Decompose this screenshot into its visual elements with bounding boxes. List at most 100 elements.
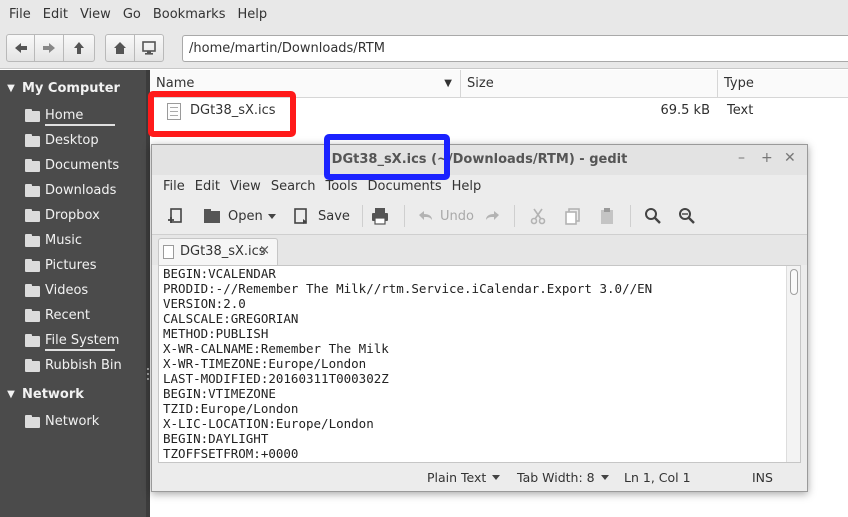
cut-button[interactable] <box>528 204 548 228</box>
sidebar-item-music[interactable]: Music <box>25 229 82 251</box>
redo-button[interactable] <box>482 204 502 228</box>
open-folder-icon <box>204 209 220 223</box>
sidebar-item-recent[interactable]: Recent <box>25 304 90 326</box>
gedit-menu-help[interactable]: Help <box>447 179 487 194</box>
sidebar-item-documents[interactable]: Documents <box>25 154 119 176</box>
editor-line: BEGIN:VTIMEZONE <box>163 386 276 401</box>
editor-line: METHOD:PUBLISH <box>163 326 269 341</box>
editor-line: X-LIC-LOCATION:Europe/London <box>163 416 374 431</box>
column-header-type[interactable]: Type <box>718 70 848 98</box>
copy-button[interactable] <box>563 204 583 228</box>
gedit-menu-edit[interactable]: Edit <box>190 179 225 194</box>
toolbar-separator <box>404 205 405 227</box>
menu-bookmarks[interactable]: Bookmarks <box>147 7 232 22</box>
recent-icon <box>25 308 41 322</box>
file-manager-menubar: File Edit View Go Bookmarks Help <box>0 0 848 29</box>
gedit-menu-documents[interactable]: Documents <box>363 179 447 194</box>
column-label: Type <box>724 76 754 91</box>
sidebar-item-label: Home <box>45 107 84 123</box>
window-title: DGt38_sX.ics (~/Downloads/RTM) - gedit <box>331 152 628 167</box>
computer-icon <box>142 41 156 55</box>
open-button[interactable]: Open <box>202 204 263 228</box>
sidebar-item-dropbox[interactable]: Dropbox <box>25 204 100 226</box>
gedit-menu-search[interactable]: Search <box>266 179 321 194</box>
search-icon <box>645 208 661 224</box>
downloads-folder-icon <box>25 183 41 197</box>
section-label: My Computer <box>22 80 120 96</box>
network-icon <box>25 414 41 428</box>
minimize-icon[interactable]: – <box>738 150 745 166</box>
undo-button[interactable]: Undo <box>416 204 474 228</box>
sidebar-item-downloads[interactable]: Downloads <box>25 179 116 201</box>
search-button[interactable] <box>643 204 663 228</box>
sidebar: ▼ My Computer Home Desktop Documents Dow… <box>0 70 147 517</box>
sidebar-item-label: Documents <box>45 157 120 173</box>
expander-icon: ▼ <box>7 82 15 94</box>
sidebar-item-desktop[interactable]: Desktop <box>25 129 99 151</box>
sidebar-section-network[interactable]: ▼ Network <box>0 383 84 405</box>
sidebar-item-label: Videos <box>45 282 89 298</box>
text-editor[interactable]: BEGIN:VCALENDAR PRODID:-//Remember The Mi… <box>158 265 801 463</box>
sidebar-item-label: Dropbox <box>45 207 100 223</box>
search-replace-button[interactable] <box>677 204 697 228</box>
new-document-button[interactable] <box>166 204 186 228</box>
menu-edit[interactable]: Edit <box>37 7 74 22</box>
tab-label: DGt38_sX.ics <box>180 244 266 259</box>
print-button[interactable] <box>370 204 390 228</box>
syntax-selector[interactable]: Plain Text <box>427 470 501 485</box>
vertical-scrollbar[interactable] <box>786 266 800 462</box>
up-button[interactable] <box>63 34 95 62</box>
home-icon <box>114 42 126 54</box>
forward-button[interactable] <box>34 34 64 62</box>
text-file-icon <box>163 245 174 259</box>
menu-go[interactable]: Go <box>117 7 147 22</box>
sidebar-item-videos[interactable]: Videos <box>25 279 88 301</box>
paste-button[interactable] <box>597 204 617 228</box>
copy-icon <box>565 208 580 225</box>
close-icon[interactable]: ✕ <box>784 150 796 166</box>
sidebar-item-label: Downloads <box>45 182 117 198</box>
selection-underline <box>45 124 115 126</box>
sidebar-item-home[interactable]: Home <box>25 104 115 126</box>
computer-button[interactable] <box>134 34 164 62</box>
expander-icon: ▼ <box>7 388 15 400</box>
tab-width-selector[interactable]: Tab Width: 8 <box>517 470 609 485</box>
location-bar[interactable]: /home/martin/Downloads/RTM <box>182 35 848 62</box>
document-tab[interactable]: DGt38_sX.ics × <box>158 238 278 265</box>
sidebar-item-rubbish-bin[interactable]: Rubbish Bin <box>25 354 122 376</box>
gedit-menu-tools[interactable]: Tools <box>320 179 362 194</box>
save-button[interactable]: Save <box>292 204 350 228</box>
gedit-titlebar[interactable]: DGt38_sX.ics (~/Downloads/RTM) - gedit –… <box>152 145 807 175</box>
sidebar-item-pictures[interactable]: Pictures <box>25 254 96 276</box>
editor-line: TZID:Europe/London <box>163 401 299 416</box>
open-dropdown-button[interactable] <box>268 204 276 228</box>
arrow-left-icon <box>14 43 27 53</box>
menu-view[interactable]: View <box>74 7 117 22</box>
editor-line: BEGIN:DAYLIGHT <box>163 431 269 446</box>
gedit-menu-file[interactable]: File <box>158 179 190 194</box>
gedit-menu-view[interactable]: View <box>225 179 266 194</box>
back-button[interactable] <box>6 34 35 62</box>
editor-line: BEGIN:VCALENDAR <box>163 266 276 281</box>
editor-line: VERSION:2.0 <box>163 296 246 311</box>
scrollbar-thumb[interactable] <box>790 269 798 295</box>
menu-help[interactable]: Help <box>231 7 273 22</box>
editor-line: LAST-MODIFIED:20160311T000302Z <box>163 371 389 386</box>
dropbox-folder-icon <box>25 208 41 222</box>
arrow-up-icon <box>74 42 84 54</box>
column-header-size[interactable]: Size <box>461 70 718 98</box>
maximize-icon[interactable]: + <box>761 150 773 166</box>
menu-file[interactable]: File <box>3 7 37 22</box>
undo-icon <box>419 211 432 220</box>
file-manager-toolbar: /home/martin/Downloads/RTM <box>0 29 848 69</box>
editor-line: PRODID:-//Remember The Milk//rtm.Service… <box>163 281 653 296</box>
sidebar-item-label: Recent <box>45 307 90 323</box>
sidebar-item-network[interactable]: Network <box>25 410 99 432</box>
new-document-icon <box>168 208 182 223</box>
sidebar-section-my-computer[interactable]: ▼ My Computer <box>0 77 120 99</box>
close-tab-icon[interactable]: × <box>259 243 270 258</box>
sidebar-item-file-system[interactable]: File System <box>25 329 119 351</box>
home-button[interactable] <box>105 34 135 62</box>
videos-folder-icon <box>25 283 41 297</box>
insert-mode: INS <box>752 470 773 485</box>
